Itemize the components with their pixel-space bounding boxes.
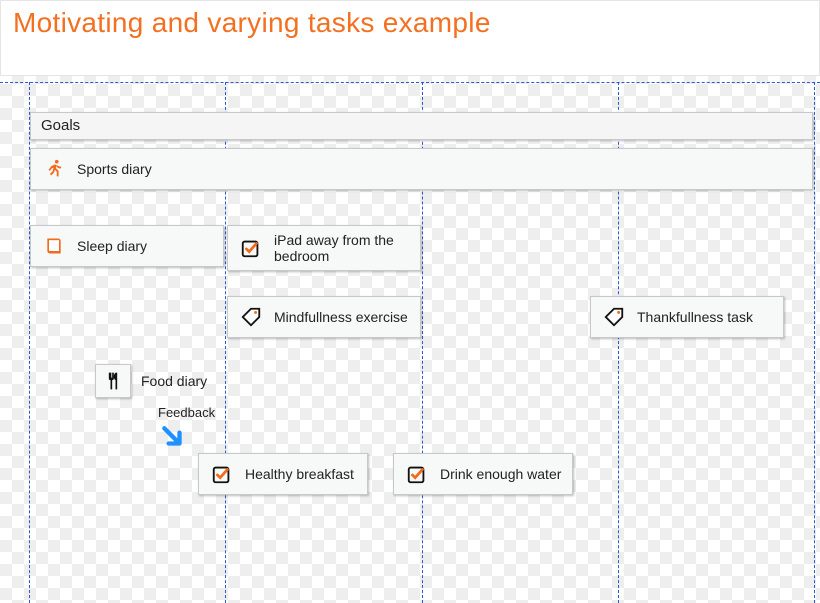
checkbox-icon (209, 462, 235, 486)
card-label: Food diary (141, 373, 207, 389)
card-thankfulness: Thankfullness task (590, 296, 784, 338)
checkbox-icon (238, 236, 264, 260)
card-label: Healthy breakfast (245, 466, 354, 482)
card-label: iPad away from the bedroom (274, 232, 410, 264)
card-label: Thankfullness task (637, 309, 753, 325)
card-drink-water: Drink enough water (393, 453, 573, 495)
book-icon (41, 234, 67, 258)
title-bar: Motivating and varying tasks example (0, 0, 820, 76)
checkbox-icon (404, 462, 430, 486)
card-sleep-diary: Sleep diary (30, 225, 224, 267)
goals-bar: Goals (30, 112, 813, 140)
card-label: Sports diary (77, 161, 152, 177)
card-label: Sleep diary (77, 238, 147, 254)
page-title: Motivating and varying tasks example (13, 7, 809, 39)
tag-icon (238, 305, 264, 329)
card-label: Mindfullness exercise (274, 309, 408, 325)
goals-label: Goals (41, 117, 80, 134)
card-mindfulness: Mindfullness exercise (227, 296, 421, 338)
tag-icon (601, 305, 627, 329)
card-label: Drink enough water (440, 466, 561, 482)
card-sports-diary: Sports diary (30, 148, 813, 190)
guide-vertical (814, 82, 815, 603)
feedback-label: Feedback (158, 405, 215, 420)
card-healthy-breakfast: Healthy breakfast (198, 453, 368, 495)
arrow-down-right-icon (160, 424, 182, 446)
food-icon-frame (95, 364, 131, 398)
card-ipad-away: iPad away from the bedroom (227, 225, 421, 271)
guide-horizontal (0, 82, 820, 83)
card-food-diary: Food diary (95, 364, 207, 398)
cutlery-icon (103, 371, 123, 391)
running-icon (41, 157, 67, 181)
